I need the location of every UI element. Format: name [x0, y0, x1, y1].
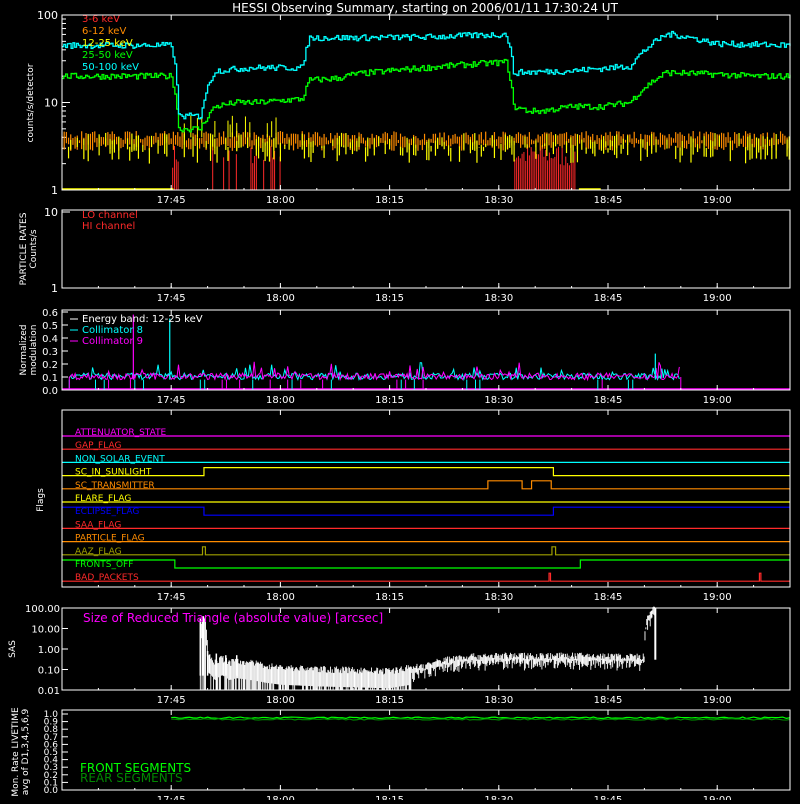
flags-panel-xtick-label: 18:15	[375, 592, 404, 603]
sas-ylabel-line: SAS	[8, 640, 18, 658]
mod-ytick-label: 0.6	[42, 308, 58, 319]
sas-panel-xtick-label: 18:00	[266, 695, 295, 706]
live-panel-xtick-label: 18:45	[594, 795, 623, 800]
mod-panel-xtick-label: 18:00	[266, 395, 295, 406]
mod-ytick-label: 0.1	[42, 373, 58, 384]
count-panel-xtick-label: 19:00	[703, 195, 732, 206]
flag-fronts-off-label: FRONTS_OFF	[75, 560, 133, 570]
particle-panel-xtick-label: 19:00	[703, 293, 732, 304]
mod-panel-xtick-label: 17:45	[157, 395, 186, 406]
particle-panel-xtick-label: 18:30	[484, 293, 513, 304]
mod-panel-xtick-label: 18:15	[375, 395, 404, 406]
mod-ylabel-line: Normalized	[19, 324, 29, 375]
count-ylabel-line: counts/s/detector	[26, 63, 36, 142]
flags-panel-xtick-label: 17:45	[157, 592, 186, 603]
count-legend-2: 12-25 keV	[82, 38, 133, 49]
mod-ytick-label: 0.5	[42, 321, 58, 332]
sas-title: Size of Reduced Triangle (absolute value…	[83, 611, 383, 625]
sas-ylabel: SAS	[8, 640, 18, 658]
sas-ytick-label: 0.10	[38, 666, 60, 677]
count-panel-xtick-label: 18:00	[266, 195, 295, 206]
live-panel-xtick-label: 19:00	[703, 795, 732, 800]
sas-panel-xtick-label: 17:45	[157, 695, 186, 706]
live-panel-xtick-label: 18:00	[266, 795, 295, 800]
sas-ytick-label: 0.01	[38, 686, 60, 697]
count-panel-xtick-label: 18:30	[484, 195, 513, 206]
particle-panel-xtick-label: 18:45	[594, 293, 623, 304]
live-panel-xtick-label: 18:15	[375, 795, 404, 800]
live-ylabel-line: avg of D1,3,4,5,6,9	[21, 708, 31, 795]
sas-ytick-label: 1.00	[38, 645, 60, 656]
particle-ytick-label: 10	[44, 206, 58, 219]
count-panel-xtick-label: 17:45	[157, 195, 186, 206]
mod-annotation: Energy band: 12-25 keV	[82, 314, 203, 325]
mod-legend-0: Collimator 8	[82, 325, 143, 336]
particle-legend-0: LO channel	[82, 210, 138, 221]
particle-panel-xtick-label: 18:15	[375, 293, 404, 304]
flags-panel-xtick-label: 18:30	[484, 592, 513, 603]
flags-ylabel-line: Flags	[36, 488, 46, 512]
mod-panel-xtick-label: 18:45	[594, 395, 623, 406]
count-legend-3: 25-50 keV	[82, 50, 133, 61]
mod-legend-1: Collimator 9	[82, 336, 143, 347]
mod-ylabel: Normalized modulation	[19, 324, 39, 375]
count-ytick-label: 10	[44, 97, 58, 110]
live-ylabel-line: Mon. Rate LIVETIME	[11, 707, 21, 797]
mod-panel-xtick-label: 19:00	[703, 395, 732, 406]
sas-panel-xtick-label: 19:00	[703, 695, 732, 706]
flags-ylabel: Flags	[36, 488, 46, 512]
count-panel-xtick-label: 18:15	[375, 195, 404, 206]
count-ylabel: counts/s/detector	[26, 63, 36, 142]
flag-eclipse-flag-label: ECLIPSE_FLAG	[75, 507, 139, 517]
count-legend-1: 6-12 keV	[82, 26, 126, 37]
sas-ytick-label: 10.00	[31, 625, 60, 636]
sas-panel-xtick-label: 18:45	[594, 695, 623, 706]
sas-panel-xtick-label: 18:30	[484, 695, 513, 706]
count-legend-4: 50-100 keV	[82, 62, 139, 73]
plot-canvas: HESSI Observing Summary, starting on 200…	[0, 0, 800, 804]
live-panel-xtick-label: 18:30	[484, 795, 513, 800]
count-ytick-label: 100	[37, 9, 58, 22]
mod-ylabel-line: modulation	[29, 325, 39, 376]
particle-panel-xtick-label: 18:00	[266, 293, 295, 304]
count-panel-xtick-label: 18:45	[594, 195, 623, 206]
mod-ytick-label: 0.3	[42, 347, 58, 358]
sas-panel-xtick-label: 18:15	[375, 695, 404, 706]
mod-ytick-label: 0.4	[42, 334, 58, 345]
mod-ytick-label: 0.2	[42, 360, 58, 371]
plot-title: HESSI Observing Summary, starting on 200…	[232, 1, 618, 15]
sas-ytick-label: 100.00	[25, 604, 60, 615]
particle-ytick-label: 1	[51, 282, 58, 295]
flags-panel-xtick-label: 18:00	[266, 592, 295, 603]
live-legend-1: REAR SEGMENTS	[80, 771, 183, 785]
count-legend-0: 3-6 keV	[82, 14, 120, 25]
particle-ylabel-line: PARTICLE RATES	[19, 212, 29, 285]
live-panel-xtick-label: 17:45	[157, 795, 186, 800]
mod-ytick-label: 0.0	[42, 386, 58, 397]
mod-panel-xtick-label: 18:30	[484, 395, 513, 406]
live-ylabel: Mon. Rate LIVETIME avg of D1,3,4,5,6,9	[11, 707, 31, 797]
particle-panel-xtick-label: 17:45	[157, 293, 186, 304]
flags-panel-xtick-label: 19:00	[703, 592, 732, 603]
hessi-summary-plot: HESSI Observing Summary, starting on 200…	[0, 0, 800, 804]
count-ytick-label: 1	[51, 184, 58, 197]
particle-legend-1: HI channel	[82, 221, 135, 232]
particle-ylabel-line: Counts/s	[29, 229, 39, 268]
live-ytick-label: 1.0	[44, 710, 59, 720]
flags-panel-xtick-label: 18:45	[594, 592, 623, 603]
